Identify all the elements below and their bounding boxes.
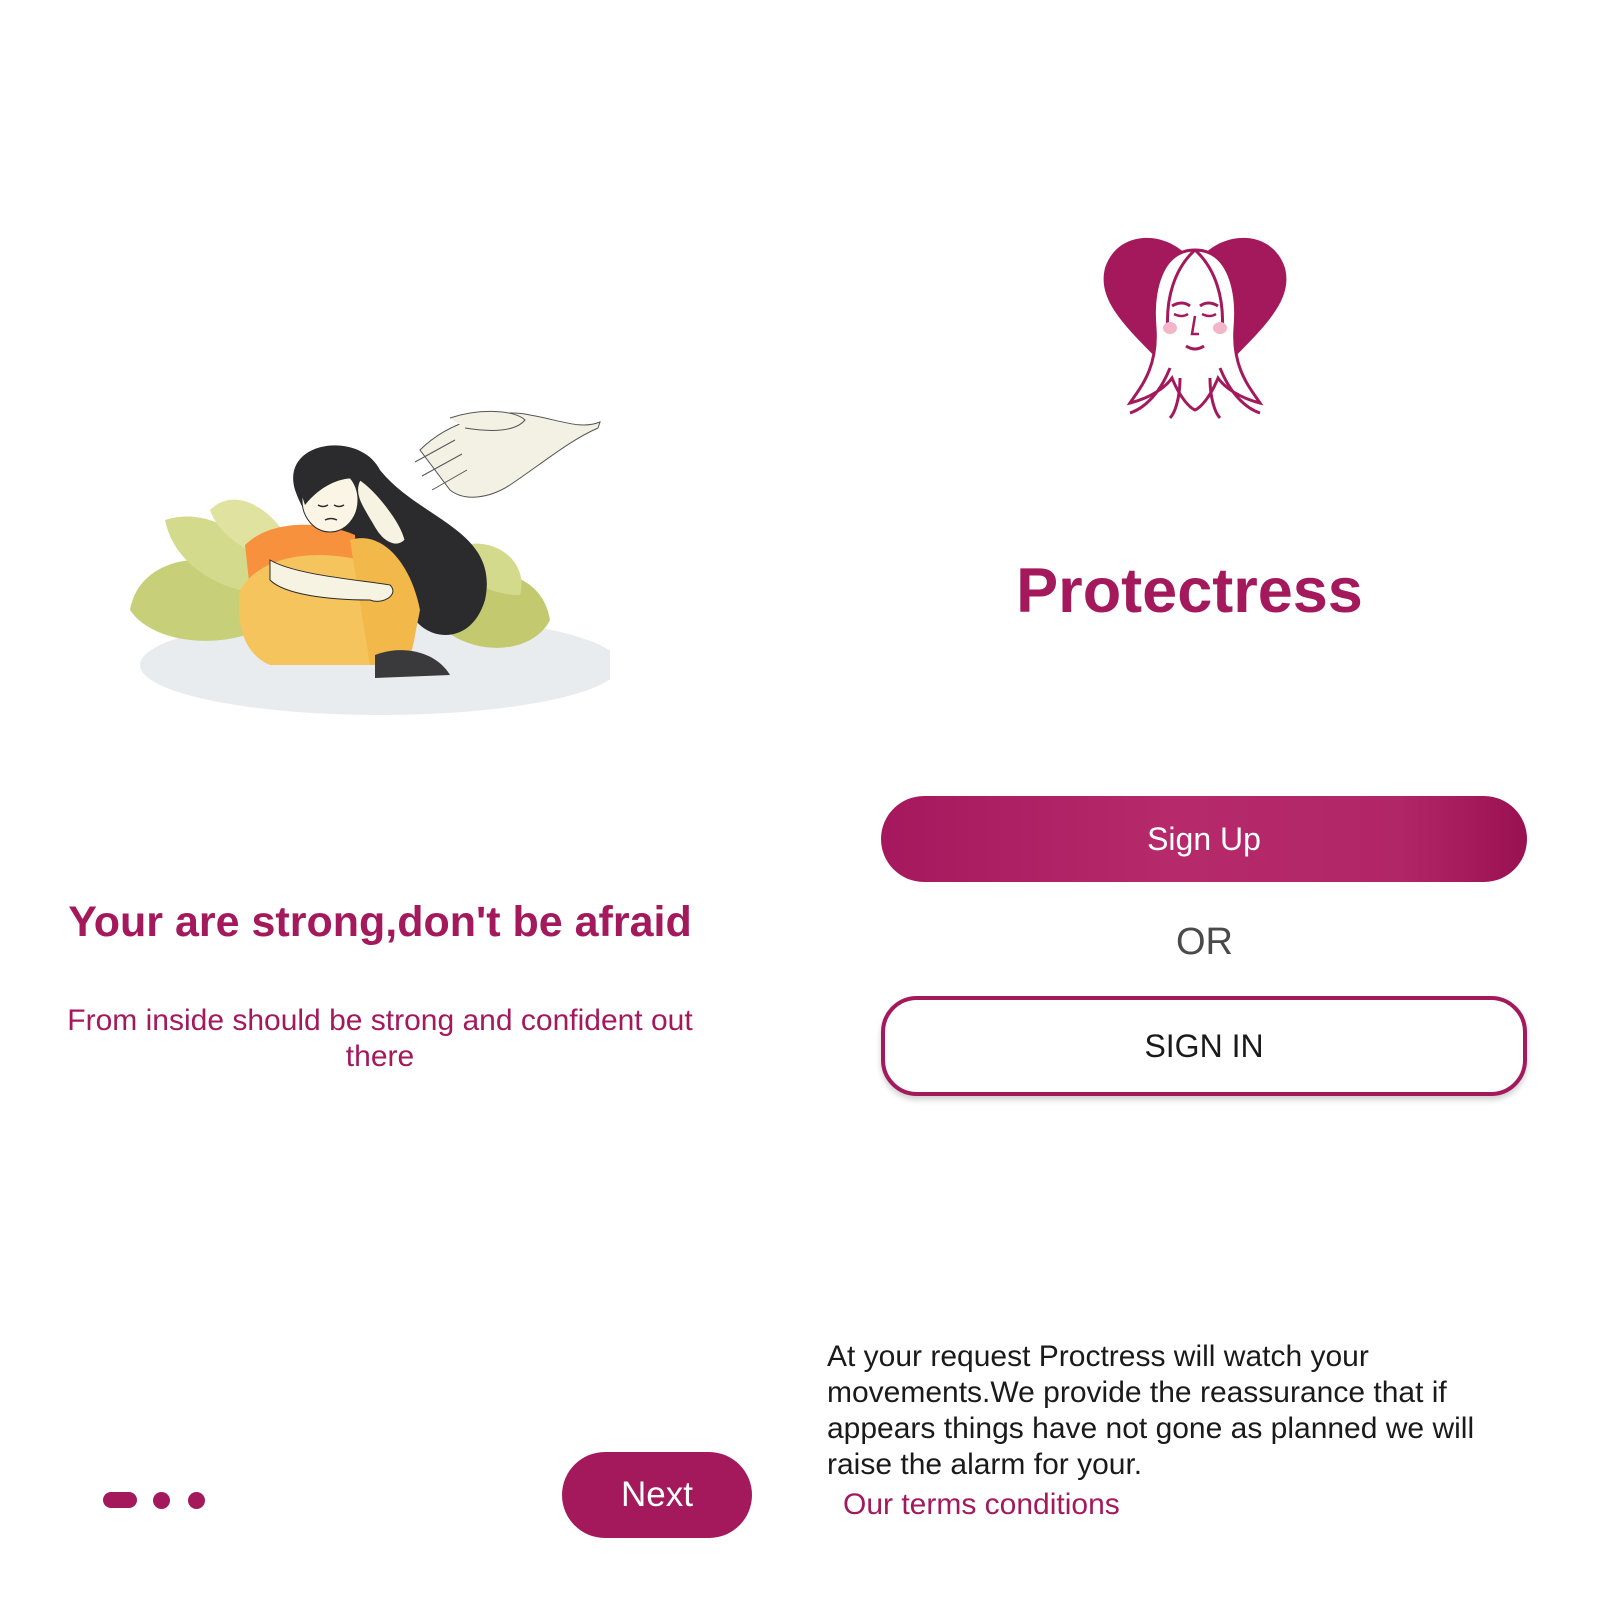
next-button[interactable]: Next [562, 1452, 752, 1538]
terms-link[interactable]: Our terms conditions [843, 1487, 1120, 1523]
disclaimer-text: At your request Proctress will watch you… [827, 1340, 1475, 1481]
onboarding-headline: Your are strong,don't be afraid [68, 898, 692, 946]
page-dot-active[interactable] [103, 1492, 137, 1508]
onboarding-screen: Your are strong,don't be afraid From ins… [0, 0, 780, 1599]
sign-up-button[interactable]: Sign Up [881, 796, 1527, 882]
woman-face-heart-logo-icon [1103, 237, 1287, 420]
page-dot[interactable] [188, 1492, 205, 1509]
or-divider: OR [1176, 921, 1233, 963]
welcome-screen: Protectress Sign Up OR SIGN IN At your r… [780, 0, 1599, 1599]
onboarding-subline: From inside should be strong and confide… [67, 1004, 693, 1073]
page-dot[interactable] [153, 1492, 170, 1509]
app-title: Protectress [1016, 556, 1363, 626]
distressed-woman-illustration-icon [130, 410, 610, 715]
sign-in-button[interactable]: SIGN IN [881, 996, 1527, 1096]
